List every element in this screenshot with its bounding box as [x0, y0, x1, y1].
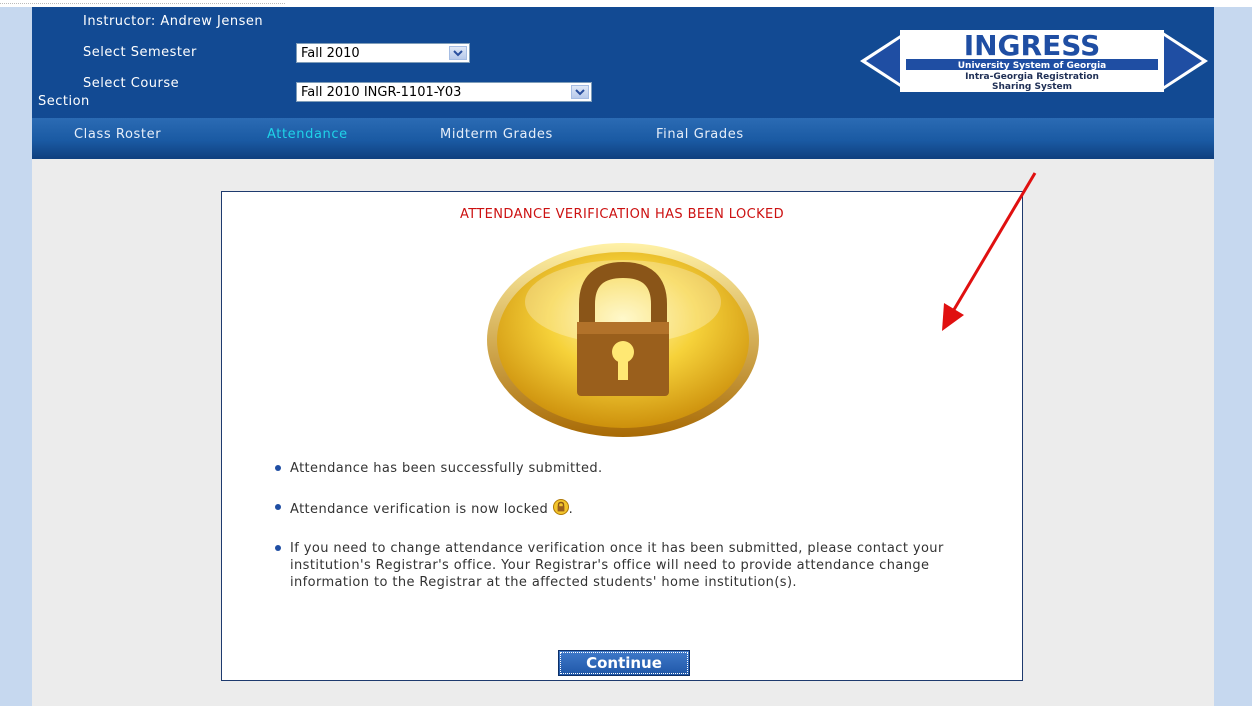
- annotation-arrow-icon: [942, 172, 1037, 331]
- dialog-title: ATTENDANCE VERIFICATION HAS BEEN LOCKED: [459, 207, 785, 222]
- bullet-text: Attendance verification is now locked: [290, 502, 549, 517]
- padlock-icon: [487, 243, 759, 437]
- logo-line3: Sharing System: [992, 82, 1072, 92]
- course-label-section: Section: [38, 94, 90, 109]
- info-list: Attendance has been successfully submitt…: [270, 460, 990, 613]
- semester-select[interactable]: Fall 2010: [296, 43, 470, 63]
- small-lock-icon: [552, 499, 569, 515]
- logo-name: INGRESS: [964, 29, 1101, 62]
- chevron-down-icon[interactable]: [449, 46, 467, 60]
- course-section-select[interactable]: Fall 2010 INGR-1101-Y03: [296, 82, 592, 102]
- continue-button[interactable]: Continue: [558, 650, 690, 676]
- list-item: Attendance has been successfully submitt…: [270, 460, 990, 477]
- logo-line2: Intra-Georgia Registration: [965, 72, 1099, 82]
- semester-select-value: Fall 2010: [301, 45, 360, 61]
- ingress-logo: INGRESS University System of Georgia Int…: [860, 29, 1208, 92]
- app-frame: Instructor: Andrew Jensen Select Semeste…: [32, 7, 1214, 706]
- top-dotted-line: [0, 3, 285, 4]
- tab-class-roster[interactable]: Class Roster: [74, 127, 161, 142]
- logo-line1: University System of Georgia: [958, 61, 1107, 71]
- instructor-label: Instructor: Andrew Jensen: [83, 14, 264, 29]
- list-item: If you need to change attendance verific…: [270, 540, 990, 591]
- right-margin: [1214, 7, 1252, 706]
- semester-label: Select Semester: [83, 45, 197, 60]
- course-select-value: Fall 2010 INGR-1101-Y03: [301, 84, 462, 100]
- tab-midterm-grades[interactable]: Midterm Grades: [440, 127, 553, 142]
- bullet-text: Attendance has been successfully submitt…: [290, 461, 603, 476]
- tab-final-grades[interactable]: Final Grades: [656, 127, 744, 142]
- bullet-dot: [275, 545, 281, 551]
- bullet-suffix: .: [568, 502, 574, 517]
- chevron-down-icon[interactable]: [571, 85, 589, 99]
- course-label: Select Course: [83, 76, 180, 91]
- list-item: Attendance verification is now locked .: [270, 499, 990, 518]
- bullet-dot: [275, 504, 281, 510]
- page-header: Instructor: Andrew Jensen Select Semeste…: [32, 7, 1214, 118]
- bullet-dot: [275, 465, 281, 471]
- left-margin: [0, 7, 32, 706]
- bullet-text: If you need to change attendance verific…: [290, 541, 944, 590]
- locked-dialog: ATTENDANCE VERIFICATION HAS BEEN LOCKED: [221, 191, 1023, 681]
- main-nav: Class Roster Attendance Midterm Grades F…: [32, 118, 1214, 159]
- tab-attendance[interactable]: Attendance: [267, 127, 348, 142]
